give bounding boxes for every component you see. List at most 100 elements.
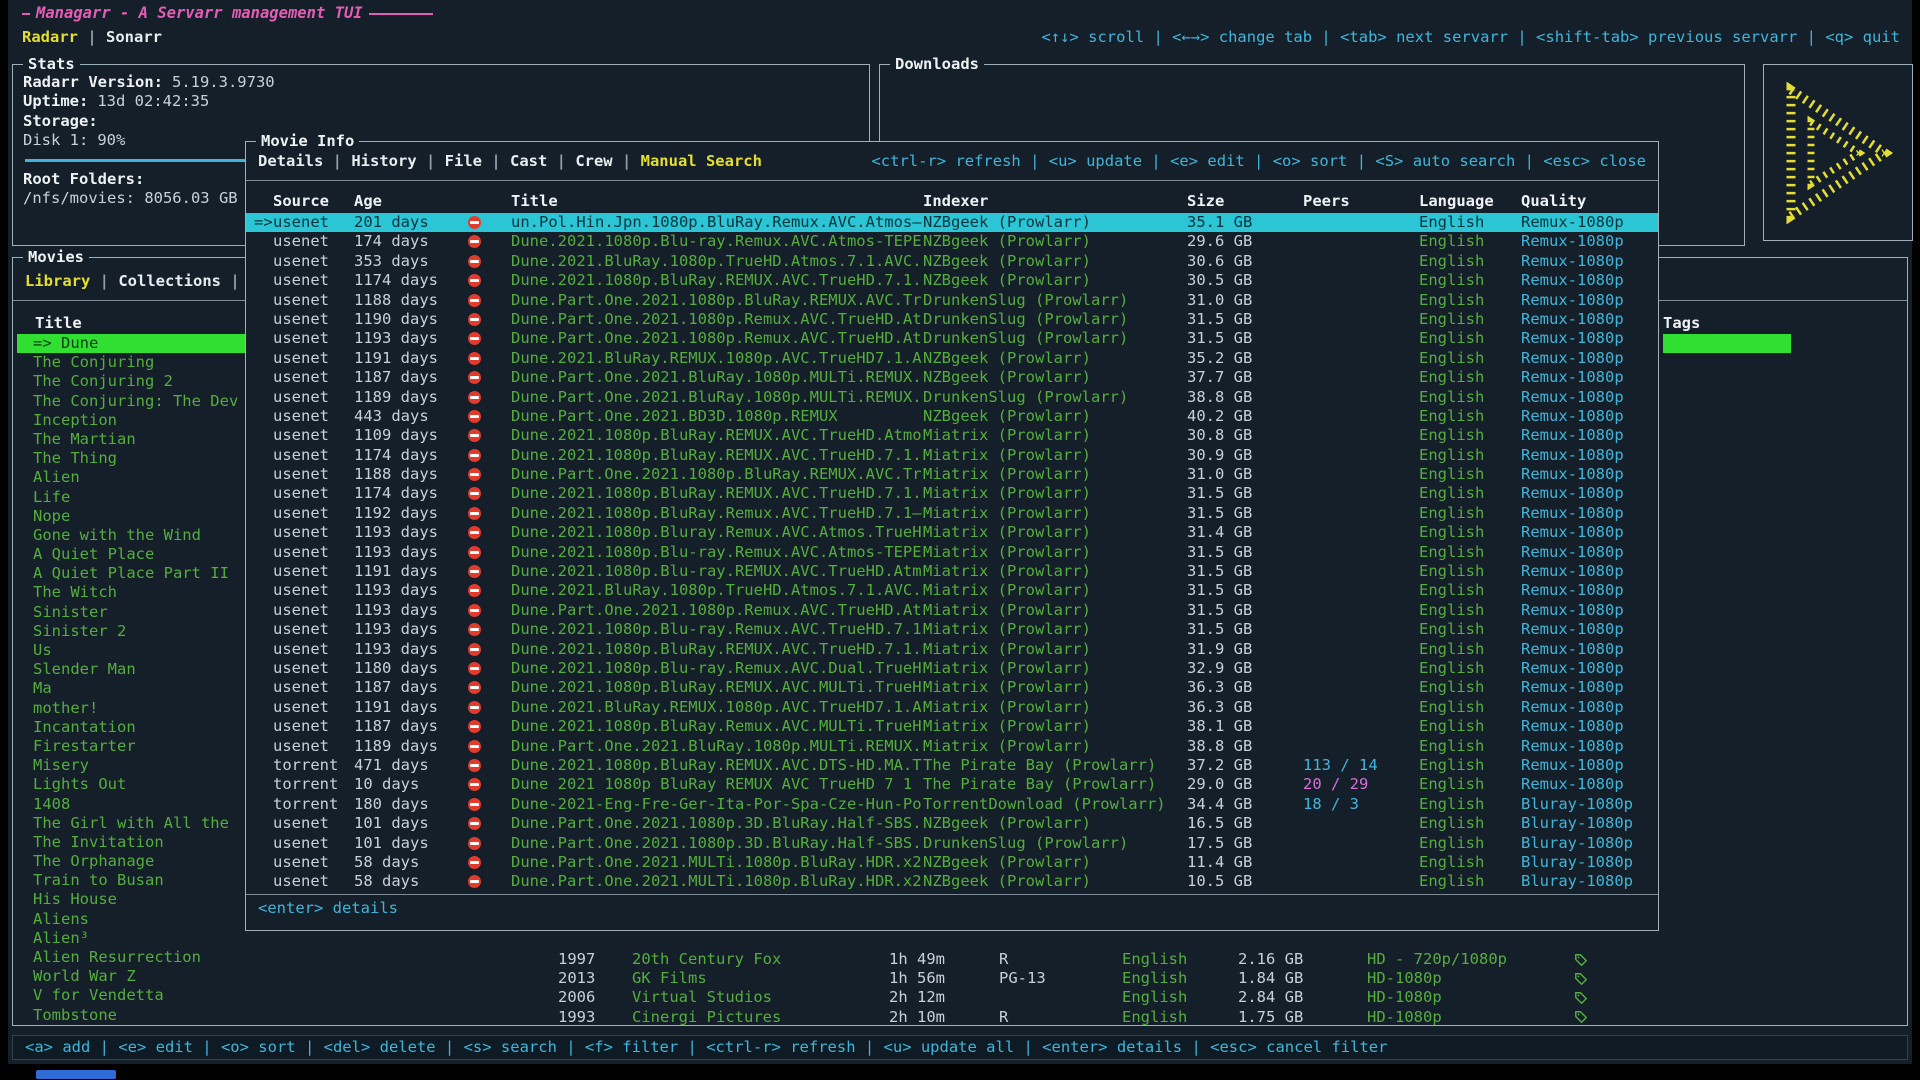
tab-manual-search[interactable]: Manual Search (641, 152, 762, 170)
size-cell: 31.5 GB (1187, 543, 1303, 562)
search-result-row[interactable]: usenet 58 days Dune.Part.One.2021.MULTi.… (246, 853, 1658, 872)
search-result-row[interactable]: usenet 1174 days Dune.2021.1080p.BluRay.… (246, 484, 1658, 503)
search-result-row[interactable]: usenet 1189 days Dune.Part.One.2021.BluR… (246, 388, 1658, 407)
search-result-row[interactable]: usenet 174 days Dune.2021.1080p.Blu-ray.… (246, 232, 1658, 251)
header-size[interactable]: Size (1187, 192, 1303, 211)
header-source[interactable]: Source (273, 192, 354, 211)
tab-history[interactable]: History (351, 152, 416, 170)
search-result-row[interactable]: usenet 1193 days Dune.Part.One.2021.1080… (246, 329, 1658, 348)
search-result-row[interactable]: torrent 10 days Dune 2021 1080p BluRay R… (246, 775, 1658, 794)
movie-list-item[interactable]: Gone with the Wind (17, 526, 250, 545)
movie-list-item[interactable]: Sinister 2 (17, 622, 250, 641)
tab-collections[interactable]: Collections (118, 272, 221, 290)
search-result-row[interactable]: usenet 1192 days Dune.2021.1080p.BluRay.… (246, 504, 1658, 523)
search-result-row[interactable]: usenet 1189 days Dune.Part.One.2021.BluR… (246, 737, 1658, 756)
movie-list-item[interactable]: Lights Out (17, 775, 250, 794)
search-result-row[interactable]: usenet 58 days Dune.Part.One.2021.MULTi.… (246, 872, 1658, 891)
movie-list-item[interactable]: The Girl with All the (17, 814, 250, 833)
header-quality[interactable]: Quality (1521, 192, 1652, 211)
header-language[interactable]: Language (1419, 192, 1521, 211)
quality-cell: Remux-1080p (1521, 775, 1652, 794)
movie-list-item[interactable]: The Conjuring (17, 353, 250, 372)
search-result-row[interactable]: usenet 1188 days Dune.Part.One.2021.1080… (246, 291, 1658, 310)
tab-radarr[interactable]: Radarr (22, 28, 78, 46)
movie-list-item[interactable]: Misery (17, 756, 250, 775)
search-result-row[interactable]: usenet 101 days Dune.Part.One.2021.1080p… (246, 814, 1658, 833)
search-result-row[interactable]: usenet 1187 days Dune.Part.One.2021.BluR… (246, 368, 1658, 387)
movie-table-row[interactable]: 2013 GK Films 1h 56m PG-13 English 1.84 … (13, 969, 1903, 988)
search-result-row[interactable]: usenet 1193 days Dune.2021.1080p.Bluray.… (246, 523, 1658, 542)
search-result-row[interactable]: torrent 471 days Dune.2021.1080p.BluRay.… (246, 756, 1658, 775)
search-result-row[interactable]: usenet 1193 days Dune.Part.One.2021.1080… (246, 601, 1658, 620)
search-result-row[interactable]: usenet 1193 days Dune.2021.BluRay.1080p.… (246, 581, 1658, 600)
movie-list-item[interactable]: Us (17, 641, 250, 660)
search-result-row[interactable]: usenet 353 days Dune.2021.BluRay.1080p.T… (246, 252, 1658, 271)
movie-list-item[interactable]: Ma (17, 679, 250, 698)
header-indexer[interactable]: Indexer (923, 192, 1187, 211)
movie-list-item[interactable]: Aliens (17, 910, 250, 929)
search-result-row[interactable]: usenet 101 days Dune.Part.One.2021.1080p… (246, 834, 1658, 853)
movie-info-tabs-divider (246, 180, 1658, 181)
search-result-row[interactable]: => usenet 201 days un.Pol.Hin.Jpn.1080p.… (246, 213, 1658, 232)
movie-table-row[interactable]: 1993 Cinergi Pictures 2h 10m R English 1… (13, 1008, 1903, 1027)
tab-library[interactable]: Library (25, 272, 90, 290)
tab-sonarr[interactable]: Sonarr (106, 28, 162, 46)
search-result-row[interactable]: usenet 1174 days Dune.2021.1080p.BluRay.… (246, 446, 1658, 465)
search-result-row[interactable]: torrent 180 days Dune-2021-Eng-Fre-Ger-I… (246, 795, 1658, 814)
movie-list-item[interactable]: Sinister (17, 603, 250, 622)
movie-list-item[interactable]: Firestarter (17, 737, 250, 756)
search-result-row[interactable]: usenet 443 days Dune.Part.One.2021.BD3D.… (246, 407, 1658, 426)
movie-list-item[interactable]: Slender Man (17, 660, 250, 679)
search-result-row[interactable]: usenet 1193 days Dune.2021.1080p.BluRay.… (246, 640, 1658, 659)
movie-list-item[interactable]: Alien (17, 468, 250, 487)
movie-list-item[interactable]: The Invitation (17, 833, 250, 852)
tab-file[interactable]: File (445, 152, 482, 170)
source-cell: usenet (273, 717, 354, 736)
movie-list-item[interactable]: The Martian (17, 430, 250, 449)
tab-cast[interactable]: Cast (510, 152, 547, 170)
selected-arrow (254, 252, 273, 271)
rejection-icon (468, 507, 481, 520)
movie-list-item[interactable]: => Dune (17, 334, 250, 353)
movie-list-item[interactable]: Inception (17, 411, 250, 430)
search-result-row[interactable]: usenet 1190 days Dune.Part.One.2021.1080… (246, 310, 1658, 329)
tab-details[interactable]: Details (258, 152, 323, 170)
movie-list-item[interactable]: The Thing (17, 449, 250, 468)
search-result-row[interactable]: usenet 1193 days Dune.2021.1080p.Blu-ray… (246, 543, 1658, 562)
search-result-row[interactable]: usenet 1187 days Dune.2021.1080p.BluRay.… (246, 678, 1658, 697)
movie-list-item[interactable]: The Orphanage (17, 852, 250, 871)
header-title[interactable]: Title (511, 192, 923, 211)
release-title-cell: Dune.2021.BluRay.REMUX.1080p.AVC.TrueHD7… (511, 349, 923, 368)
tab-crew[interactable]: Crew (575, 152, 612, 170)
movie-list-item[interactable]: The Witch (17, 583, 250, 602)
movie-list-item[interactable]: Train to Busan (17, 871, 250, 890)
terminal: Managarr - A Servarr management TUI Rada… (8, 0, 1912, 1064)
taskbar-item[interactable] (36, 1070, 116, 1079)
header-age[interactable]: Age (354, 192, 468, 211)
movie-list-item[interactable]: A Quiet Place (17, 545, 250, 564)
search-result-row[interactable]: usenet 1193 days Dune.2021.1080p.Blu-ray… (246, 620, 1658, 639)
movie-list-item[interactable]: Nope (17, 507, 250, 526)
movie-list-item[interactable]: His House (17, 890, 250, 909)
search-result-row[interactable]: usenet 1187 days Dune.2021.1080p.BluRay.… (246, 717, 1658, 736)
search-result-row[interactable]: usenet 1191 days Dune.2021.BluRay.REMUX.… (246, 698, 1658, 717)
search-result-row[interactable]: usenet 1191 days Dune.2021.BluRay.REMUX.… (246, 349, 1658, 368)
movie-list-item[interactable]: The Conjuring 2 (17, 372, 250, 391)
movie-table-row[interactable]: 1997 20th Century Fox 1h 49m R English 2… (13, 950, 1903, 969)
movie-list-item[interactable]: Incantation (17, 718, 250, 737)
search-result-row[interactable]: usenet 1109 days Dune.2021.1080p.BluRay.… (246, 426, 1658, 445)
movie-list-item[interactable]: 1408 (17, 795, 250, 814)
search-result-row[interactable]: usenet 1180 days Dune.2021.1080p.Blu-ray… (246, 659, 1658, 678)
header-peers[interactable]: Peers (1303, 192, 1419, 211)
movie-list-item[interactable]: Life (17, 488, 250, 507)
indexer-cell: NZBgeek (Prowlarr) (923, 814, 1187, 833)
search-result-row[interactable]: usenet 1174 days Dune.2021.1080p.BluRay.… (246, 271, 1658, 290)
movie-list-item[interactable]: A Quiet Place Part II (17, 564, 250, 583)
movie-table-row[interactable]: 2006 Virtual Studios 2h 12m English 2.84… (13, 988, 1903, 1007)
movie-list-item[interactable]: The Conjuring: The Dev (17, 392, 250, 411)
search-result-row[interactable]: usenet 1188 days Dune.Part.One.2021.1080… (246, 465, 1658, 484)
movie-list-item[interactable]: mother! (17, 699, 250, 718)
source-cell: usenet (273, 678, 354, 697)
search-result-row[interactable]: usenet 1191 days Dune.2021.1080p.Blu-ray… (246, 562, 1658, 581)
movie-list-item[interactable]: Alien³ (17, 929, 250, 948)
